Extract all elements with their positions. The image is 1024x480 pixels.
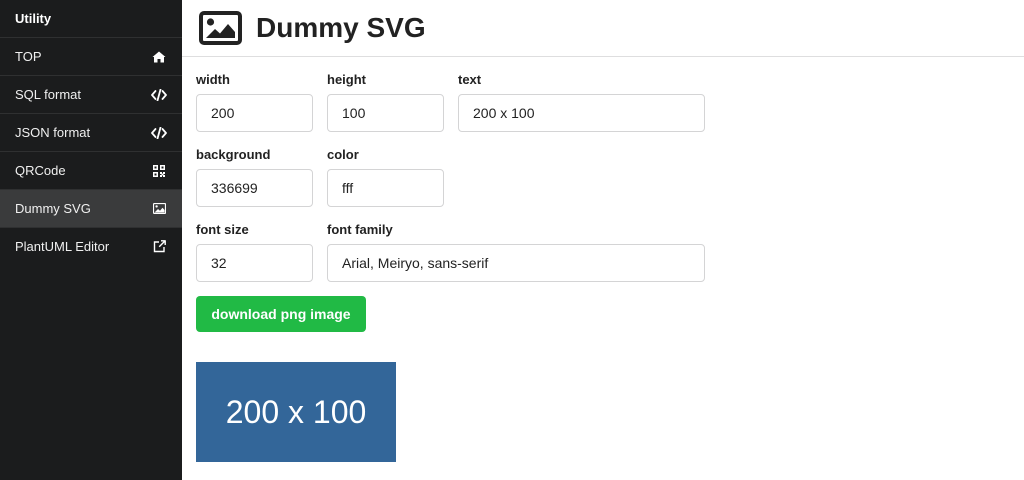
sidebar-item-sql-format[interactable]: SQL format [0,76,182,114]
sidebar-item-label: Dummy SVG [15,201,91,216]
image-icon [151,190,167,227]
width-input[interactable] [196,94,313,132]
height-field-group: height [327,72,444,132]
sidebar-item-qrcode[interactable]: QRCode [0,152,182,190]
font-size-input[interactable] [196,244,313,282]
sidebar-item-label: TOP [15,49,42,64]
page-title: Dummy SVG [256,12,426,43]
code-icon [151,76,167,113]
font-size-field-group: font size [196,222,313,282]
qrcode-icon [151,152,167,189]
font-family-field-group: font family [327,222,705,282]
font-size-label: font size [196,222,249,237]
sidebar-item-top[interactable]: TOP [0,38,182,76]
text-input[interactable] [458,94,705,132]
sidebar-item-label: SQL format [15,87,81,102]
font-family-input[interactable] [327,244,705,282]
sidebar-header: Utility [0,0,182,38]
svg-preview: 200 x 100 [196,362,396,462]
main-content: Dummy SVG width height text background c… [182,0,1024,480]
background-label: background [196,147,271,162]
width-label: width [196,72,230,87]
text-field-group: text [458,72,705,132]
background-field-group: background [196,147,313,207]
home-icon [151,38,167,75]
sidebar-item-json-format[interactable]: JSON format [0,114,182,152]
sidebar-item-plantuml-editor[interactable]: PlantUML Editor [0,228,182,265]
code-icon [151,114,167,151]
height-input[interactable] [327,94,444,132]
download-png-button[interactable]: download png image [196,296,366,332]
sidebar-item-label: PlantUML Editor [15,239,110,254]
sidebar-item-label: JSON format [15,125,91,140]
background-input[interactable] [196,169,313,207]
color-field-group: color [327,147,444,207]
preview-text: 200 x 100 [225,393,367,430]
color-input[interactable] [327,169,444,207]
text-label: text [458,72,482,87]
color-label: color [327,147,359,162]
sidebar-item-label: QRCode [15,163,66,178]
sidebar-item-dummy-svg[interactable]: Dummy SVG [0,190,182,228]
sidebar: Utility TOP SQL format JSON format QRCod… [0,0,182,480]
image-icon [199,11,242,50]
font-family-label: font family [327,222,393,237]
page-header: Dummy SVG [182,0,1024,57]
external-link-icon [151,228,167,265]
height-label: height [327,72,366,87]
width-field-group: width [196,72,313,132]
